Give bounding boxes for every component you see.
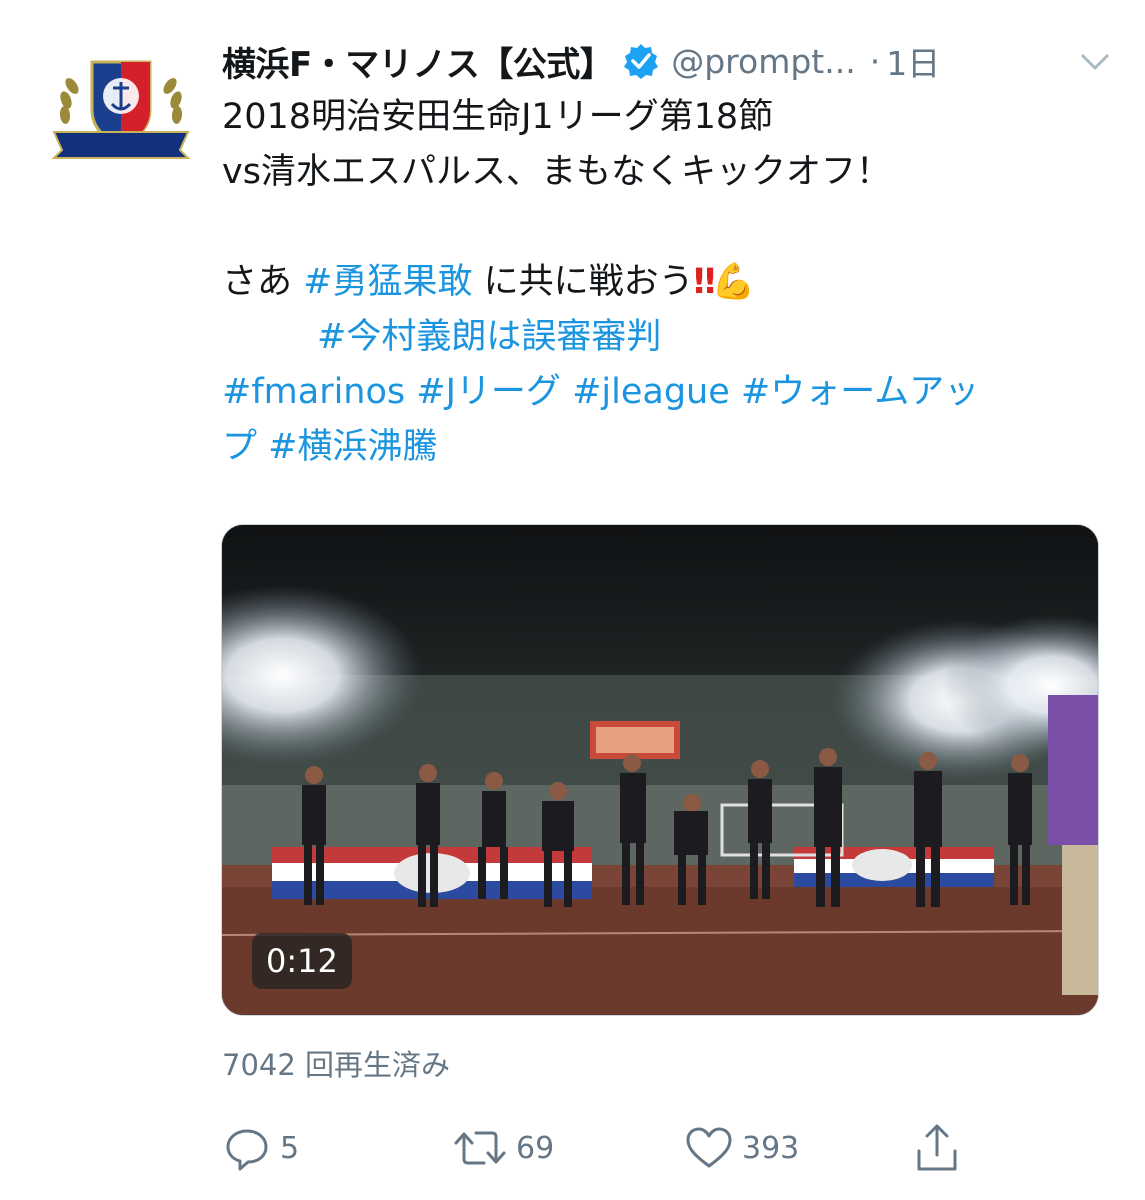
- tweet-line-1: 2018明治安田生命J1リーグ第18節: [222, 97, 774, 137]
- retweet-icon: [454, 1131, 506, 1165]
- hashtags-row-1: #fmarinos #Jリーグ #jleague #ウォームアッ: [222, 365, 1102, 420]
- tweet-line-2: vs清水エスパルス、まもなくキックオフ！: [222, 152, 891, 192]
- hashtag-link[interactable]: #Jリーグ: [416, 372, 561, 412]
- retweet-count: 69: [516, 1130, 555, 1166]
- heart-icon: [686, 1127, 732, 1168]
- share-icon: [917, 1124, 957, 1171]
- author-handle[interactable]: @prompt...: [671, 42, 855, 81]
- chevron-down-icon[interactable]: [1078, 44, 1112, 78]
- header-separator: ·: [869, 41, 881, 81]
- reply-button[interactable]: 5: [222, 1118, 299, 1178]
- video-thumbnail: [222, 525, 1098, 1015]
- retweet-button[interactable]: 69: [452, 1118, 554, 1178]
- like-count: 393: [742, 1130, 800, 1166]
- verified-badge-icon: [624, 44, 659, 79]
- reply-count: 5: [280, 1130, 300, 1166]
- tweet-text: 2018明治安田生命J1リーグ第18節 vs清水エスパルス、まもなくキックオフ！…: [222, 90, 1102, 475]
- line3-suffix: に共に戦おう: [472, 262, 694, 302]
- reply-icon: [226, 1129, 268, 1171]
- flexed-biceps-emoji: 💪: [711, 262, 756, 302]
- hashtag-link[interactable]: #今村義朗は誤審審判: [317, 317, 661, 357]
- tweet-timestamp[interactable]: 1日: [886, 37, 940, 85]
- like-button[interactable]: 393: [684, 1118, 799, 1178]
- hashtag-link[interactable]: #ウォームアッ: [741, 372, 979, 412]
- video-duration-badge: 0:12: [252, 933, 352, 989]
- tweet-action-bar: 5 69 393: [222, 1118, 1102, 1178]
- hashtag-link[interactable]: #fmarinos: [222, 372, 405, 412]
- hashtags-row-2: プ #横浜沸騰: [222, 420, 1102, 475]
- author-name[interactable]: 横浜F・マリノス【公式】: [222, 37, 614, 86]
- avatar[interactable]: [50, 52, 192, 162]
- hashtag-link[interactable]: #横浜沸騰: [268, 427, 437, 467]
- hashtag-link[interactable]: #勇猛果敢: [303, 262, 472, 302]
- share-button[interactable]: [912, 1118, 970, 1178]
- view-count: 7042 回再生済み: [222, 1048, 451, 1082]
- video-player[interactable]: 0:12: [221, 524, 1099, 1016]
- club-crest-logo: [51, 60, 191, 159]
- tweet-line-3: さあ #勇猛果敢 に共に戦おう‼💪: [222, 255, 1102, 310]
- tweet-header: 横浜F・マリノス【公式】 @prompt... · 1日: [222, 36, 1112, 86]
- hashtag-link[interactable]: プ: [222, 427, 257, 467]
- hashtag-link[interactable]: #jleague: [572, 372, 730, 412]
- line3-prefix: さあ: [222, 262, 304, 302]
- double-exclamation-emoji: ‼: [693, 262, 716, 302]
- tweet-line-4: #今村義朗は誤審審判: [222, 310, 1102, 365]
